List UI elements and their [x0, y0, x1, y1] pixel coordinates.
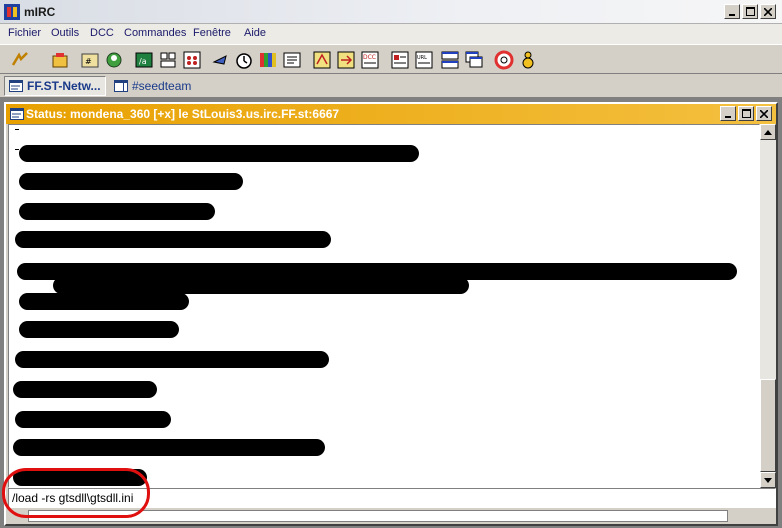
- bottom-strip: [8, 508, 776, 524]
- tab-label: #seedteam: [132, 79, 192, 93]
- colors-icon[interactable]: [258, 50, 278, 70]
- redacted-line: [13, 439, 325, 456]
- dcc-send-icon[interactable]: [336, 50, 356, 70]
- scroll-up-button[interactable]: [760, 124, 776, 140]
- redacted-line: [15, 231, 331, 248]
- redacted-line: [19, 203, 215, 220]
- toolbar: # /a DCC URL: [0, 44, 782, 74]
- menu-outils[interactable]: Outils: [51, 27, 79, 39]
- svg-text:#: #: [85, 57, 92, 66]
- vertical-scrollbar[interactable]: [760, 124, 776, 488]
- dcc-chat-icon[interactable]: DCC: [360, 50, 380, 70]
- svg-text:URL: URL: [417, 55, 427, 61]
- redacted-line: [15, 411, 171, 428]
- tile-icon[interactable]: URL: [414, 50, 434, 70]
- status-window-icon: [10, 108, 24, 120]
- redacted-line: [19, 293, 189, 310]
- close-button[interactable]: [760, 4, 776, 19]
- redacted-line: [19, 321, 179, 338]
- secondary-input[interactable]: [28, 510, 728, 522]
- popups-icon[interactable]: [182, 50, 202, 70]
- redacted-line: [19, 145, 419, 162]
- redacted-line: [15, 351, 329, 368]
- maximize-button[interactable]: [742, 4, 758, 19]
- switchbar: FF.ST-Netw... #seedteam: [0, 74, 782, 98]
- close-icon: [760, 109, 768, 118]
- help-icon[interactable]: [494, 50, 514, 70]
- arrow-down-icon: [764, 477, 772, 483]
- minimize-icon: [725, 115, 731, 118]
- menu-fenetre[interactable]: Fenêtre: [193, 27, 231, 39]
- arrow-up-icon: [764, 129, 772, 135]
- menu-aide[interactable]: Aide: [244, 27, 266, 39]
- channel-window-icon: [114, 80, 128, 92]
- scrollbar-thumb[interactable]: [760, 379, 776, 472]
- switch-windows-icon[interactable]: [464, 50, 484, 70]
- tab-label: FF.ST-Netw...: [27, 79, 101, 93]
- status-minimize-button[interactable]: [720, 106, 736, 121]
- menubar: Fichier Outils DCC Commandes Fenêtre Aid…: [0, 24, 782, 44]
- scroll-down-button[interactable]: [760, 472, 776, 488]
- status-window[interactable]: Status: mondena_360 [+x] le StLouis3.us.…: [4, 102, 778, 526]
- log-icon[interactable]: [312, 50, 332, 70]
- redacted-line: [53, 277, 469, 294]
- svg-text:/a: /a: [139, 57, 147, 66]
- tab-status-window[interactable]: FF.ST-Netw...: [4, 76, 106, 96]
- status-window-title: Status: mondena_360 [+x] le StLouis3.us.…: [26, 107, 340, 121]
- menu-fichier[interactable]: Fichier: [8, 27, 41, 39]
- redacted-line: [19, 173, 243, 190]
- mirc-app-icon: [4, 4, 20, 20]
- menu-commandes[interactable]: Commandes: [124, 27, 186, 39]
- status-window-titlebar[interactable]: Status: mondena_360 [+x] le StLouis3.us.…: [6, 104, 776, 124]
- aliases-icon[interactable]: [158, 50, 178, 70]
- tab-seedteam[interactable]: #seedteam: [110, 76, 195, 96]
- dcc-options-icon[interactable]: [390, 50, 410, 70]
- status-window-icon: [9, 80, 23, 92]
- options-icon[interactable]: [50, 50, 70, 70]
- notify-icon[interactable]: [282, 50, 302, 70]
- app-title: mIRC: [24, 5, 56, 19]
- cascade-icon[interactable]: [440, 50, 460, 70]
- app-titlebar[interactable]: mIRC: [0, 0, 782, 24]
- minimize-icon: [729, 13, 735, 16]
- status-maximize-button[interactable]: [738, 106, 754, 121]
- maximize-icon: [741, 109, 751, 118]
- svg-text:DCC: DCC: [363, 54, 376, 61]
- timer-icon[interactable]: [234, 50, 254, 70]
- redacted-line: [13, 381, 157, 398]
- command-input-box[interactable]: [8, 488, 776, 508]
- channels-list-icon[interactable]: #: [80, 50, 100, 70]
- line-marker: [15, 129, 19, 130]
- connect-icon[interactable]: [10, 50, 30, 70]
- address-book-icon[interactable]: [104, 50, 124, 70]
- minimize-button[interactable]: [724, 4, 740, 19]
- command-input[interactable]: [12, 491, 752, 505]
- maximize-icon: [745, 7, 755, 16]
- about-icon[interactable]: [518, 50, 538, 70]
- close-icon: [764, 7, 772, 16]
- redacted-line: [13, 469, 147, 486]
- menu-dcc[interactable]: DCC: [90, 27, 114, 39]
- remote-icon[interactable]: /a: [134, 50, 154, 70]
- status-close-button[interactable]: [756, 106, 772, 121]
- line-marker: [15, 149, 19, 150]
- send-icon[interactable]: [212, 50, 232, 70]
- status-text-area[interactable]: [8, 124, 760, 488]
